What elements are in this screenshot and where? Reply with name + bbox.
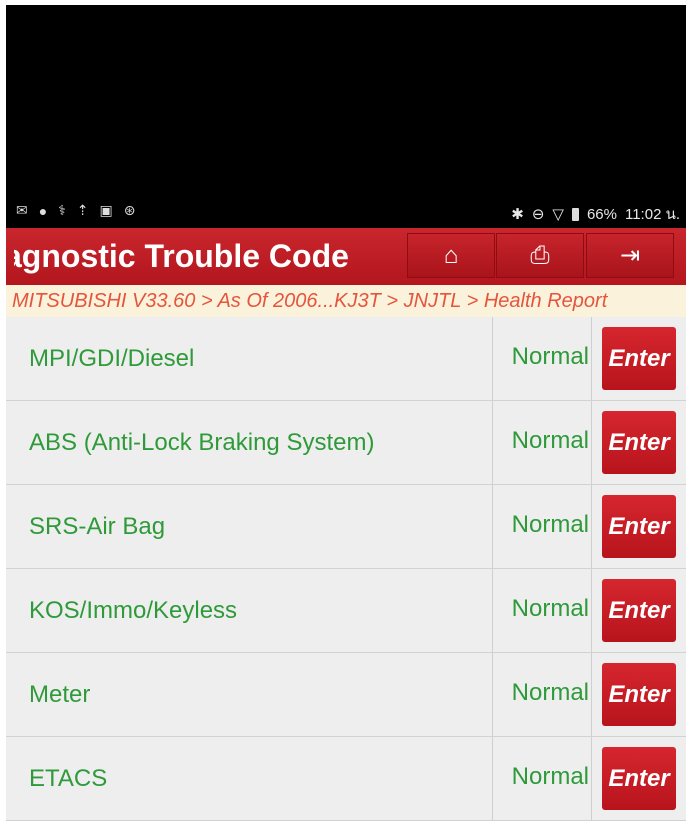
battery-icon — [571, 207, 579, 221]
stethoscope-icon: ⚕ — [58, 202, 66, 218]
do-not-disturb-icon: ⊖ — [531, 206, 545, 223]
system-status: Normal — [492, 569, 592, 652]
system-name: ABS (Anti-Lock Braking System) — [29, 429, 375, 456]
system-status: Normal — [492, 653, 592, 736]
enter-button[interactable]: Enter — [602, 327, 676, 390]
system-row: Meter Normal Enter — [6, 653, 686, 737]
bluetooth-icon: ✱ — [511, 206, 524, 223]
status-bar: ✉ ● ⚕ ⇡ ▣ ⊛ ✱ ⊖ ▽ 66% 11:02 น. — [6, 196, 686, 228]
enter-button[interactable]: Enter — [602, 663, 676, 726]
system-name: ETACS — [29, 765, 108, 792]
notification-icons: ✉ ● ⚕ ⇡ ▣ ⊛ — [16, 202, 135, 219]
print-button[interactable]: ⎙ — [496, 233, 584, 278]
exit-icon: ⇥ — [619, 242, 641, 269]
system-name: Meter — [29, 681, 91, 708]
image-icon: ▣ — [99, 202, 113, 218]
chat-icon: ● — [38, 202, 48, 219]
system-row: MPI/GDI/Diesel Normal Enter — [6, 317, 686, 401]
title-bar: Diagnostic Trouble Code ⌂ ⎙ ⇥ — [6, 228, 686, 285]
bluetooth-circle-icon: ⊛ — [123, 202, 136, 218]
wifi-icon: ▽ — [552, 206, 564, 223]
page-title: Diagnostic Trouble Code — [14, 238, 349, 274]
enter-button[interactable]: Enter — [602, 579, 676, 642]
system-status: Normal — [492, 485, 592, 568]
print-icon: ⎙ — [530, 241, 550, 269]
system-name: SRS-Air Bag — [29, 513, 166, 540]
home-icon: ⌂ — [443, 241, 459, 269]
system-row: KOS/Immo/Keyless Normal Enter — [6, 569, 686, 653]
exit-button[interactable]: ⇥ — [586, 233, 674, 278]
battery-percent: 66% — [586, 205, 617, 223]
enter-button[interactable]: Enter — [602, 495, 676, 558]
system-row: SRS-Air Bag Normal Enter — [6, 485, 686, 569]
system-row: ABS (Anti-Lock Braking System) Normal En… — [6, 401, 686, 485]
system-name: KOS/Immo/Keyless — [29, 597, 238, 624]
gmail-icon: ✉ — [16, 202, 28, 218]
home-button[interactable]: ⌂ — [407, 233, 495, 278]
system-status: Normal — [492, 401, 592, 484]
system-status: Normal — [492, 737, 592, 820]
enter-button[interactable]: Enter — [602, 411, 676, 474]
system-status: Normal — [492, 317, 592, 400]
black-top-area — [6, 5, 686, 196]
system-icons: ✱ ⊖ ▽ 66% 11:02 น. — [511, 202, 680, 226]
breadcrumb: MITSUBISHI V33.60 > As Of 2006...KJ3T > … — [6, 285, 686, 317]
upload-icon: ⇡ — [76, 202, 89, 218]
enter-button[interactable]: Enter — [602, 747, 676, 810]
system-name: MPI/GDI/Diesel — [29, 345, 195, 372]
clock: 11:02 น. — [624, 206, 680, 223]
system-list: MPI/GDI/Diesel Normal Enter ABS (Anti-Lo… — [6, 317, 686, 821]
system-row: ETACS Normal Enter — [6, 737, 686, 821]
